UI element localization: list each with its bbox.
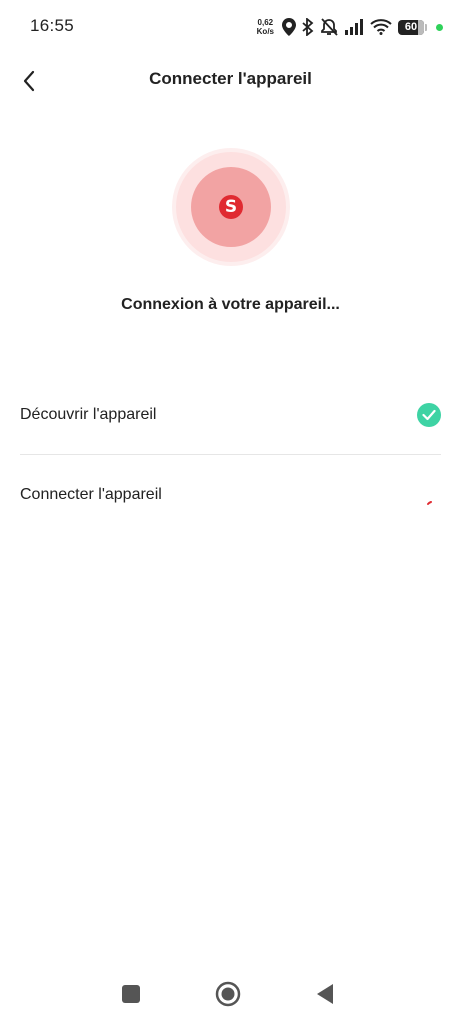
step-divider (20, 454, 441, 455)
system-navigation-bar (0, 964, 461, 1024)
system-back-button[interactable] (315, 983, 335, 1005)
page-title: Connecter l'appareil (149, 69, 312, 88)
check-circle-icon (417, 403, 441, 427)
device-connection-animation: S (172, 148, 290, 266)
status-bar: 16:55 0,62 Ko/s 60 (0, 0, 461, 54)
status-icons: 0,62 Ko/s 60 (257, 16, 443, 38)
top-nav-bar: Connecter l'appareil (0, 54, 461, 106)
bluetooth-icon (302, 18, 314, 36)
signal-icon (344, 19, 364, 35)
network-speed-unit: Ko/s (256, 27, 274, 36)
privacy-indicator-dot (436, 23, 443, 31)
network-speed: 0,62 Ko/s (257, 18, 274, 36)
home-circle-icon (215, 981, 241, 1007)
spinner-icon (425, 491, 441, 507)
step-connect-device: Connecter l'appareil (20, 465, 441, 525)
step-label: Découvrir l'appareil (20, 406, 157, 423)
status-time: 16:55 (30, 16, 75, 35)
step-label: Connecter l'appareil (20, 486, 162, 503)
back-triangle-icon (317, 984, 333, 1004)
network-speed-value: 0,62 (257, 18, 274, 27)
mute-icon (320, 18, 338, 36)
connection-status-message: Connexion à votre appareil... (121, 296, 340, 313)
recents-square-icon (122, 985, 140, 1003)
step-discover-device: Découvrir l'appareil (20, 385, 441, 445)
recents-button[interactable] (121, 984, 141, 1004)
battery-level: 60 (404, 21, 418, 33)
brand-logo-icon: S (219, 195, 243, 219)
wifi-icon (370, 19, 392, 35)
home-button[interactable] (215, 981, 241, 1007)
location-icon (282, 18, 296, 36)
battery-icon: 60 (398, 19, 427, 35)
